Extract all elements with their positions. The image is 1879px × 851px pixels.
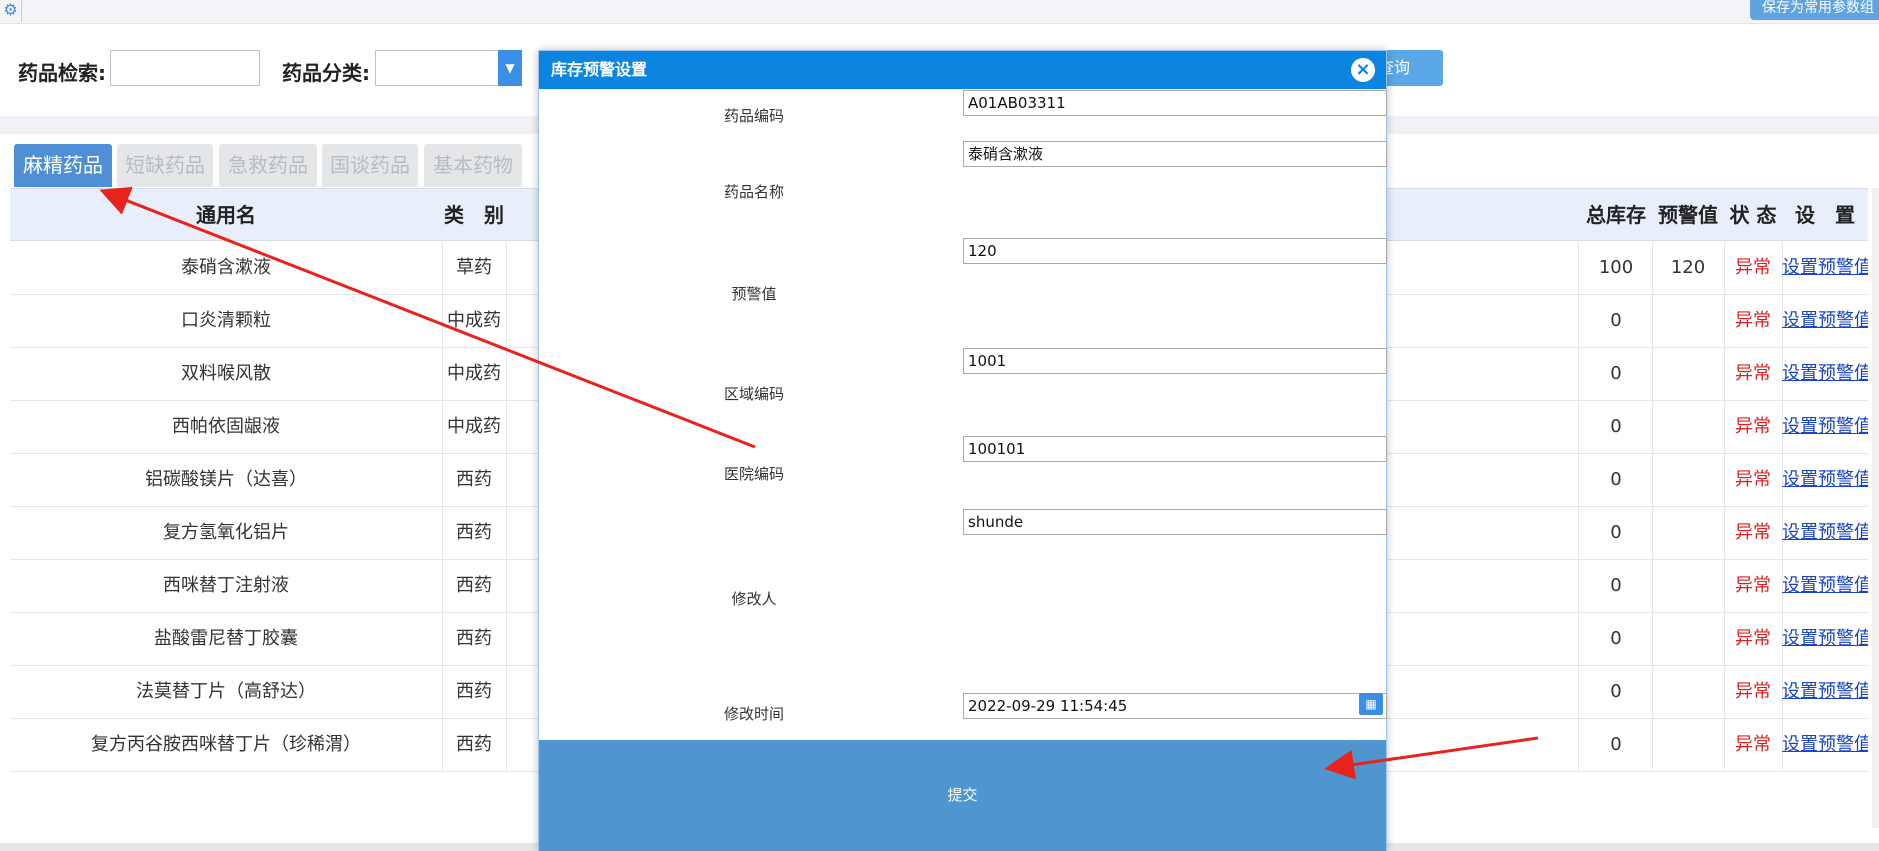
cell-status: 异常 [1735,522,1771,543]
cell-category: 西药 [456,522,492,543]
modify-time-input[interactable]: 2022-09-29 11:54:45 [963,693,1387,719]
set-warn-value-link[interactable]: 设置预警值 [1782,719,1868,771]
set-warn-value-link[interactable]: 设置预警值 [1782,454,1868,506]
stock-warning-dialog: 库存预警设置 × 药品编码 A01AB03311 药品名称 泰硝含漱液 预警值 … [538,50,1387,851]
cell-total-stock: 0 [1610,681,1622,702]
cell-total-stock: 0 [1610,363,1622,384]
cell-category: 西药 [456,734,492,755]
cell-status: 异常 [1735,257,1771,278]
warn-value-input[interactable]: 120 [963,238,1387,264]
vertical-scrollbar[interactable] [1872,188,1879,828]
set-warn-value-link[interactable]: 设置预警值 [1782,348,1868,400]
cell-warn-value [1652,295,1724,347]
set-warn-value-link[interactable]: 设置预警值 [1782,401,1868,453]
cell-category: 西药 [456,628,492,649]
cell-category: 西药 [456,681,492,702]
cell-warn-value [1652,719,1724,771]
cell-name: 铝碳酸镁片（达喜） [145,469,307,490]
set-warn-value-link[interactable]: 设置预警值 [1782,295,1868,347]
cell-name: 西帕依固龈液 [172,416,280,437]
drug-name-label: 药品名称 [723,183,784,201]
cell-warn-value [1652,613,1724,665]
cell-warn-value [1652,666,1724,718]
cell-warn-value [1652,401,1724,453]
dialog-title: 库存预警设置 [539,51,1386,89]
tab-narcotic-drugs[interactable]: 麻精药品 [14,144,112,187]
calendar-icon[interactable]: ▦ [1359,693,1383,715]
cell-status: 异常 [1735,416,1771,437]
col-header-total-stock[interactable]: 总库存 [1580,189,1652,242]
cell-total-stock: 0 [1610,469,1622,490]
set-warn-value-link[interactable]: 设置预警值 [1782,613,1868,665]
drug-code-label: 药品编码 [723,107,784,125]
cell-total-stock: 0 [1610,310,1622,331]
drug-name-input[interactable]: 泰硝含漱液 [963,141,1387,167]
cell-total-stock: 0 [1610,575,1622,596]
hospital-code-label: 医院编码 [723,465,784,483]
modifier-input[interactable]: shunde [963,509,1387,535]
tab-negotiated-drugs[interactable]: 国谈药品 [322,144,418,187]
cell-category: 中成药 [447,310,501,331]
cell-name: 复方丙谷胺西咪替丁片（珍稀渭） [91,734,361,755]
tab-shortage-drugs[interactable]: 短缺药品 [117,144,213,187]
set-warn-value-link[interactable]: 设置预警值 [1782,666,1868,718]
cell-status: 异常 [1735,469,1771,490]
set-warn-value-link[interactable]: 设置预警值 [1782,507,1868,559]
save-common-params-button[interactable]: 保存为常用参数组 [1750,0,1879,20]
cell-status: 异常 [1735,310,1771,331]
cell-warn-value [1652,560,1724,612]
col-header-status[interactable]: 状 态 [1724,189,1782,242]
cell-status: 异常 [1735,628,1771,649]
cell-status: 异常 [1735,575,1771,596]
tab-emergency-drugs[interactable]: 急救药品 [219,144,317,187]
cell-warn-value [1652,507,1724,559]
cell-status: 异常 [1735,363,1771,384]
drug-category-select[interactable] [375,50,499,86]
set-warn-value-link[interactable]: 设置预警值 [1782,560,1868,612]
close-icon[interactable]: × [1351,58,1375,82]
cell-category: 中成药 [447,416,501,437]
cell-name: 泰硝含漱液 [181,257,271,278]
modify-time-label: 修改时间 [723,705,784,723]
cell-name: 西咪替丁注射液 [163,575,289,596]
drug-search-label: 药品检索: [18,61,106,85]
cell-category: 中成药 [447,363,501,384]
cell-warn-value [1652,454,1724,506]
chevron-down-icon[interactable]: ▼ [498,50,522,86]
cell-total-stock: 0 [1610,416,1622,437]
cell-name: 口炎清颗粒 [181,310,271,331]
cell-name: 盐酸雷尼替丁胶囊 [154,628,298,649]
filter-settings-icon[interactable]: ⚙ [0,0,22,22]
region-code-input[interactable]: 1001 [963,348,1387,374]
cell-name: 双料喉风散 [181,363,271,384]
drug-category-label: 药品分类: [282,61,370,85]
cell-total-stock: 0 [1610,522,1622,543]
cell-total-stock: 0 [1610,734,1622,755]
cell-warn-value [1652,348,1724,400]
col-header-name[interactable]: 通用名 [10,189,442,242]
cell-status: 异常 [1735,681,1771,702]
drug-search-input[interactable] [110,50,260,86]
cell-category: 西药 [456,469,492,490]
col-header-warn-value[interactable]: 预警值 [1652,189,1724,242]
drug-code-input[interactable]: A01AB03311 [963,90,1387,116]
region-code-label: 区域编码 [723,385,784,403]
cell-status: 异常 [1735,734,1771,755]
col-header-settings[interactable]: 设 置 [1782,189,1868,242]
cell-total-stock: 0 [1610,628,1622,649]
set-warn-value-link[interactable]: 设置预警值 [1782,242,1868,294]
cell-warn-value: 120 [1670,257,1706,278]
cell-total-stock: 100 [1598,257,1634,278]
cell-name: 法莫替丁片（高舒达） [136,681,316,702]
warn-value-label: 预警值 [731,285,777,303]
submit-button[interactable]: 提交 [539,740,1386,851]
tab-essential-drugs[interactable]: 基本药物 [424,144,522,187]
col-header-category[interactable]: 类 别 [442,189,506,242]
modifier-label: 修改人 [731,590,777,608]
hospital-code-input[interactable]: 100101 [963,436,1387,462]
cell-name: 复方氢氧化铝片 [163,522,289,543]
cell-category: 草药 [456,257,492,278]
cell-category: 西药 [456,575,492,596]
top-toolbar: ⚙ 保存为常用参数组 [0,0,1879,24]
